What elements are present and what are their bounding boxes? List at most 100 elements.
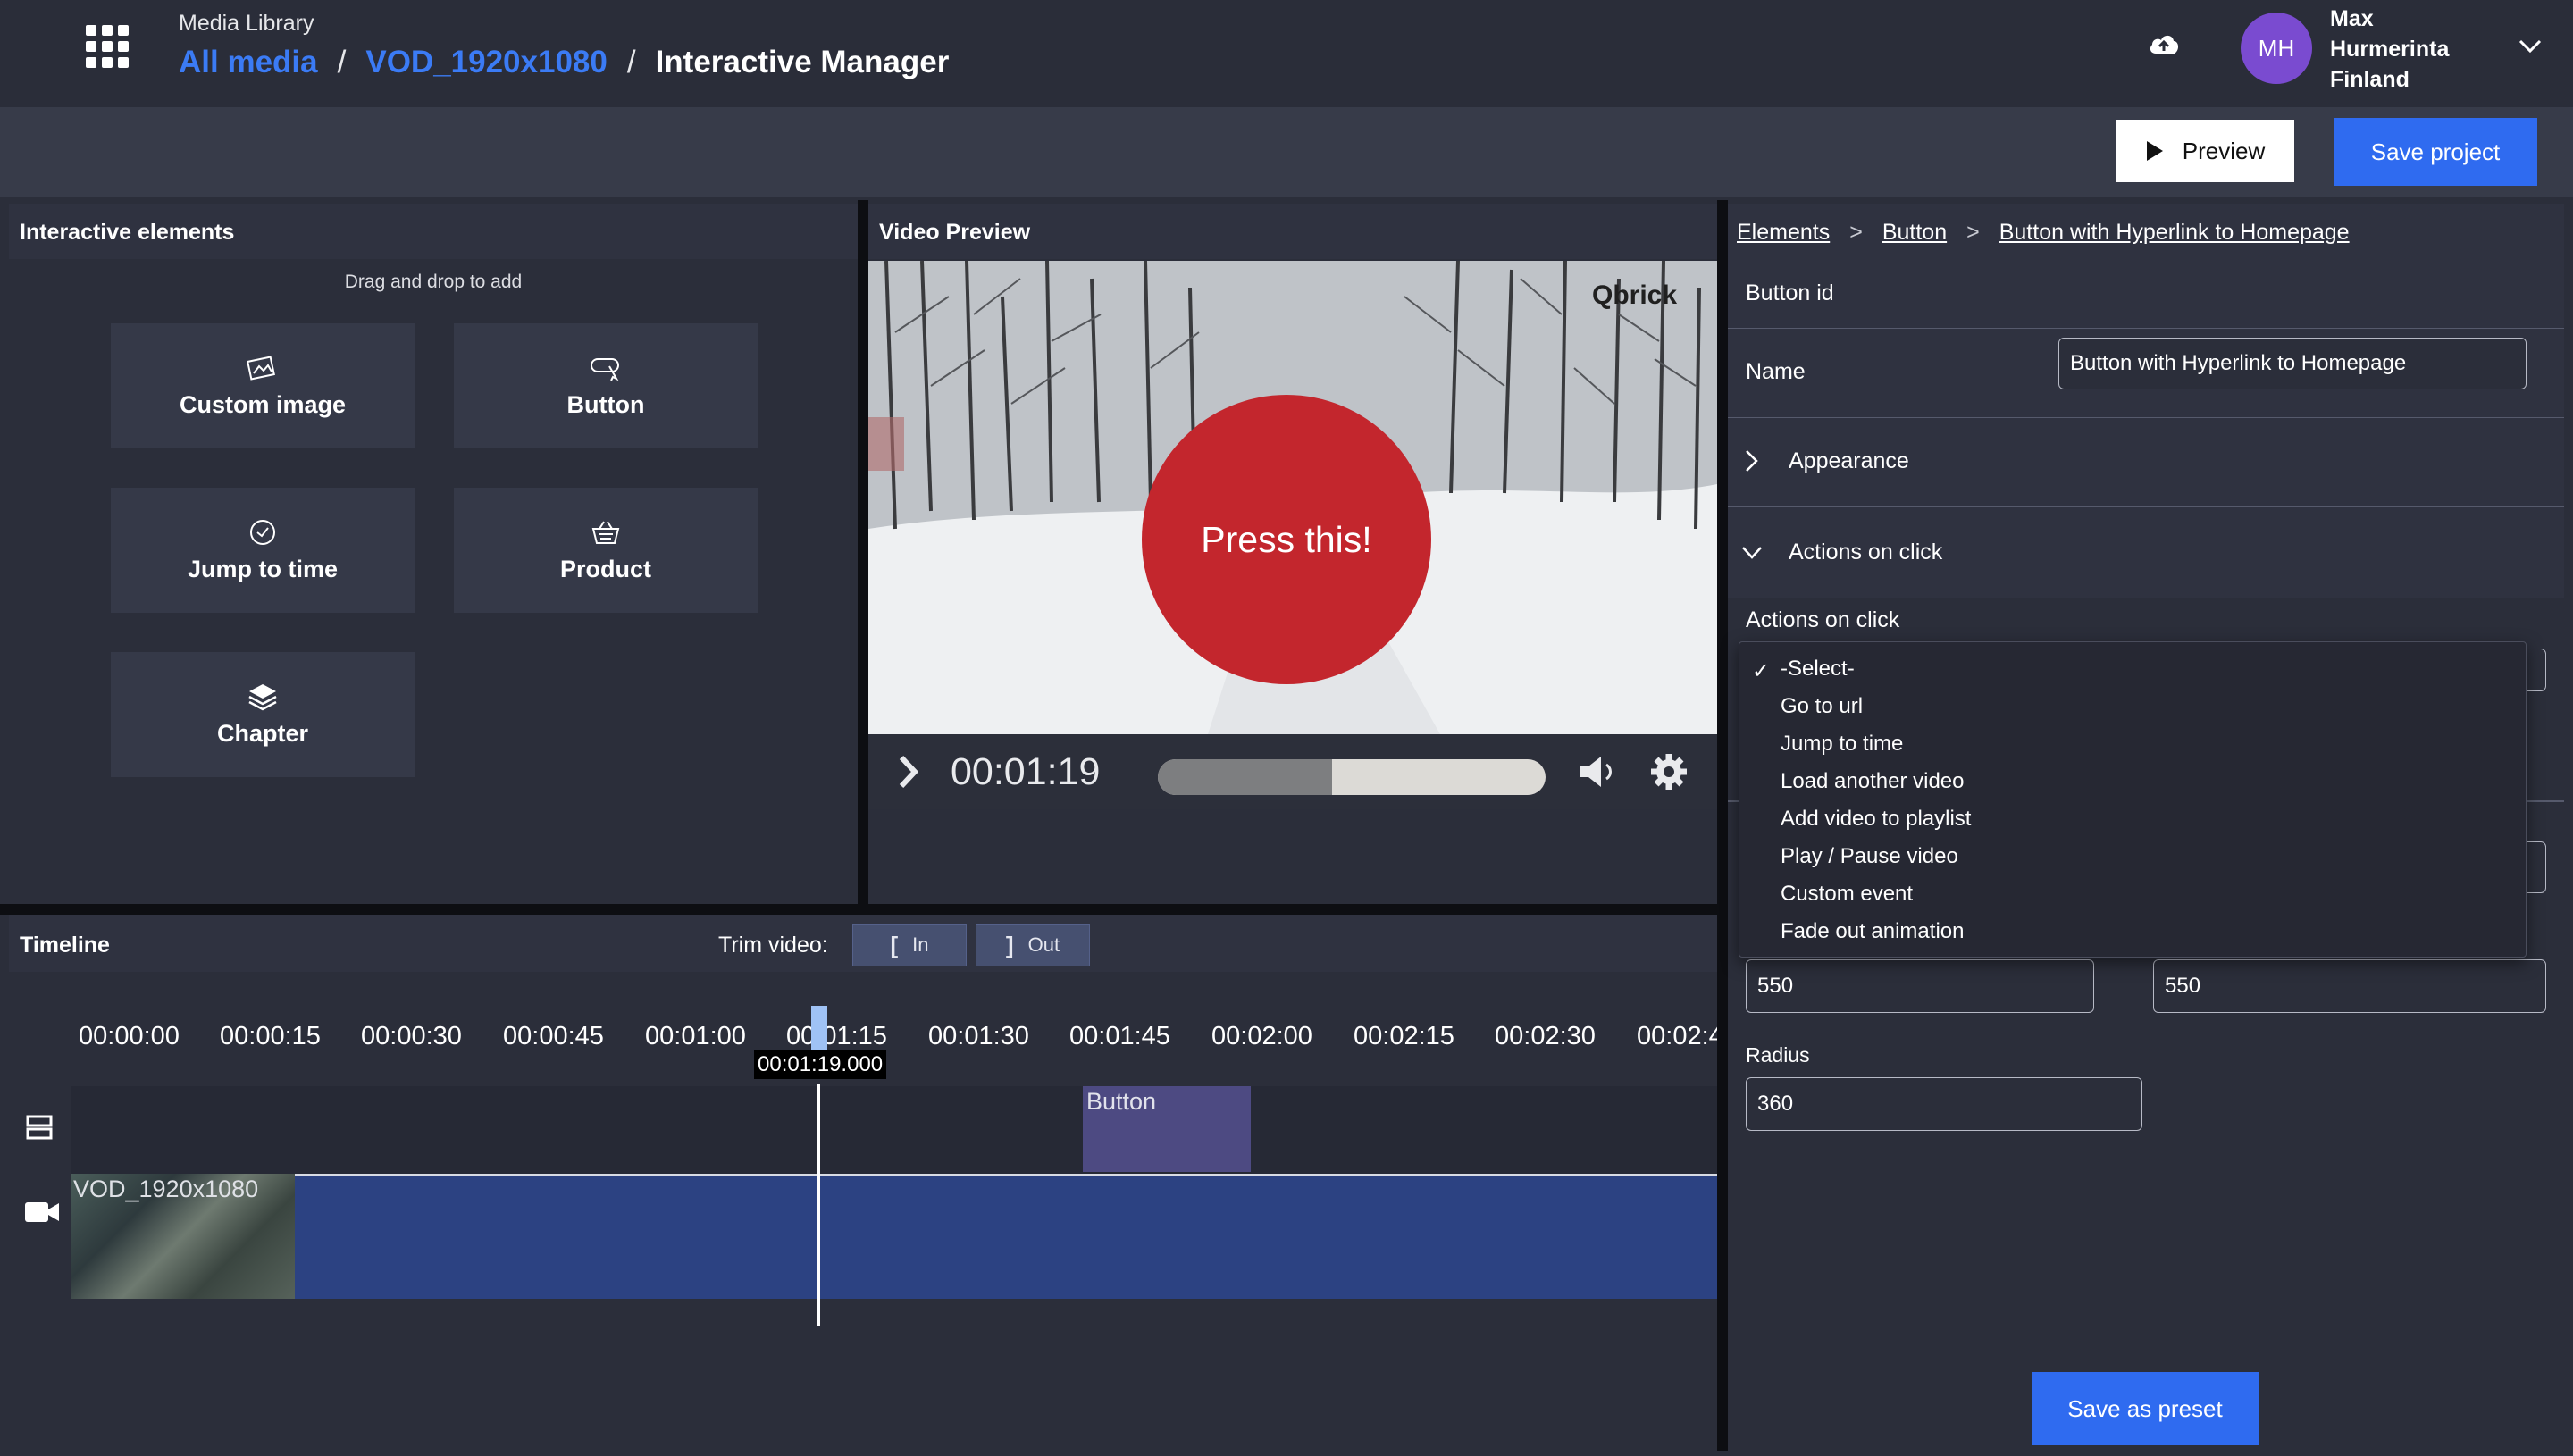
height-input[interactable]: 550	[2153, 959, 2546, 1013]
trim-in-label: In	[912, 933, 929, 956]
dropdown-option[interactable]: Fade out animation	[1781, 919, 1964, 944]
interactive-track	[71, 1086, 1717, 1179]
chevron-right-icon	[1746, 450, 1758, 472]
interactive-elements-panel: Interactive elements Drag and drop to ad…	[9, 204, 858, 904]
timeline-title: Timeline	[20, 933, 110, 958]
name-input[interactable]: Button with Hyperlink to Homepage	[2058, 338, 2527, 389]
dropdown-option[interactable]: Play / Pause video	[1781, 844, 1958, 869]
panel-title: Video Preview	[868, 204, 1717, 259]
panel-divider[interactable]	[1717, 200, 1728, 1451]
layers-track-icon	[26, 1115, 53, 1140]
breadcrumb-button[interactable]: Button	[1882, 220, 1947, 246]
breadcrumb: All media / VOD_1920x1080 / Interactive …	[179, 45, 949, 80]
actions-section[interactable]: Actions on click	[1728, 507, 2564, 598]
time-tick: 00:00:30	[361, 1022, 462, 1050]
app-title: Media Library	[179, 11, 314, 36]
image-icon	[247, 355, 275, 381]
cloud-upload-icon[interactable]	[2148, 30, 2180, 57]
progress-bar[interactable]	[1158, 759, 1546, 795]
play-icon	[2146, 141, 2163, 161]
qbrick-logo: Qbrick	[1592, 280, 1678, 310]
dropdown-option[interactable]: Load another video	[1781, 769, 1965, 794]
breadcrumb-all-media[interactable]: All media	[179, 45, 318, 80]
progress-fill	[1158, 759, 1333, 795]
user-menu[interactable]: Max Hurmerinta Finland	[2330, 4, 2500, 95]
breadcrumb-button-detail[interactable]: Button with Hyperlink to Homepage	[1999, 220, 2350, 246]
playhead-handle[interactable]	[811, 1006, 827, 1052]
time-tick: 00:02:45	[1637, 1022, 1717, 1050]
chapter-card[interactable]: Chapter	[111, 652, 415, 777]
radius-input[interactable]: 360	[1746, 1077, 2142, 1131]
time-tick: 00:01:15	[786, 1022, 887, 1050]
jump-to-time-card[interactable]: Jump to time	[111, 488, 415, 613]
chevron-down-icon	[1742, 547, 1762, 559]
dropdown-option[interactable]: Go to url	[1781, 694, 1863, 719]
drag-hint: Drag and drop to add	[344, 272, 523, 292]
panel-title: Interactive elements	[9, 204, 858, 259]
dropdown-option[interactable]: Custom event	[1781, 882, 1913, 907]
volume-icon[interactable]	[1578, 754, 1621, 790]
preview-button[interactable]: Preview	[2116, 120, 2294, 182]
button-card[interactable]: Button	[454, 323, 758, 448]
dropdown-option[interactable]: Jump to time	[1781, 732, 1903, 757]
clock-icon	[250, 519, 275, 545]
time-tick: 00:00:45	[503, 1022, 604, 1050]
press-this-button-overlay[interactable]: Press this!	[1142, 395, 1431, 684]
timeline-panel: Timeline Trim video: [ In ] Out 00:00:00…	[9, 915, 1717, 1456]
chevron-right-icon: >	[1966, 220, 1980, 245]
save-project-button[interactable]: Save project	[2334, 118, 2537, 186]
bracket-close-icon: ]	[1005, 931, 1014, 958]
video-clip-label: VOD_1920x1080	[73, 1176, 259, 1202]
width-input[interactable]: 550	[1746, 959, 2094, 1013]
custom-image-card[interactable]: Custom image	[111, 323, 415, 448]
avatar[interactable]: MH	[2241, 13, 2312, 84]
time-tick: 00:00:00	[79, 1022, 180, 1050]
dropdown-option[interactable]: -Select-	[1781, 657, 1855, 682]
panel-divider[interactable]	[0, 904, 1717, 915]
time-tick: 00:02:00	[1211, 1022, 1312, 1050]
breadcrumb-elements[interactable]: Elements	[1737, 220, 1830, 246]
video-controls: 00:01:19	[868, 734, 1717, 809]
breadcrumb-separator: /	[626, 45, 636, 79]
trim-in-button[interactable]: [ In	[852, 924, 967, 966]
time-tick: 00:02:15	[1354, 1022, 1454, 1050]
time-tick: 00:01:30	[928, 1022, 1029, 1050]
breadcrumb-vod[interactable]: VOD_1920x1080	[365, 45, 608, 80]
jump-to-time-label: Jump to time	[187, 555, 338, 582]
gear-icon[interactable]	[1649, 752, 1689, 791]
appearance-section[interactable]: Appearance	[1728, 418, 2564, 507]
check-icon: ✓	[1752, 659, 1771, 683]
playhead-line[interactable]	[817, 1084, 820, 1326]
time-tick: 00:01:00	[645, 1022, 746, 1050]
product-card[interactable]: Product	[454, 488, 758, 613]
actions-dropdown[interactable]: ✓ -Select- Go to url Jump to time Load a…	[1739, 641, 2527, 958]
actions-field-label: Actions on click	[1746, 607, 1900, 632]
preview-label: Preview	[2182, 137, 2266, 164]
radius-label: Radius	[1746, 1043, 1810, 1067]
button-clip[interactable]: Button	[1083, 1086, 1251, 1172]
props-breadcrumb: Elements > Button > Button with Hyperlin…	[1737, 220, 2350, 246]
video-frame[interactable]: Press this! Qbrick	[868, 261, 1717, 734]
user-first-name: Max	[2330, 6, 2374, 31]
bracket-open-icon: [	[890, 931, 899, 958]
trim-out-button[interactable]: ] Out	[976, 924, 1090, 966]
layers-icon	[248, 683, 277, 710]
trim-label: Trim video:	[718, 933, 828, 958]
chevron-right-icon: >	[1849, 220, 1863, 245]
time-tick: 00:00:15	[220, 1022, 321, 1050]
button-id-label: Button id	[1746, 280, 1834, 305]
time-tick: 00:01:45	[1069, 1022, 1170, 1050]
product-label: Product	[559, 555, 651, 582]
user-country: Finland	[2330, 67, 2410, 92]
chevron-down-icon[interactable]	[2518, 38, 2543, 55]
panel-divider[interactable]	[858, 200, 868, 906]
apps-grid-icon[interactable]	[86, 25, 129, 68]
current-time: 00:01:19	[951, 750, 1101, 793]
time-tick: 00:02:30	[1495, 1022, 1596, 1050]
play-icon[interactable]	[899, 754, 918, 790]
save-as-preset-button[interactable]: Save as preset	[2032, 1372, 2259, 1445]
user-last-name: Hurmerinta	[2330, 37, 2450, 62]
name-label: Name	[1746, 359, 1806, 384]
dropdown-option[interactable]: Add video to playlist	[1781, 807, 1971, 832]
trim-out-label: Out	[1027, 933, 1060, 956]
